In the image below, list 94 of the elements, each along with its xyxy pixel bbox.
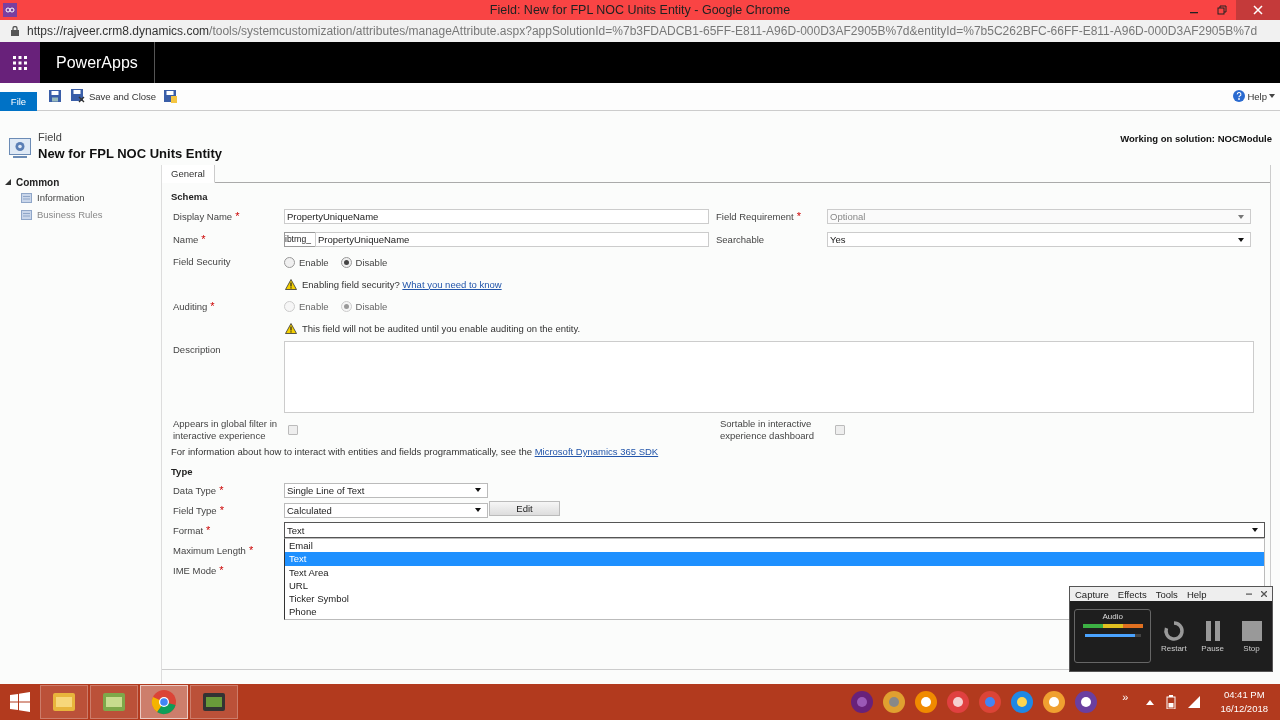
sidebar-item[interactable]: Information [21, 189, 85, 206]
field-label: Appears in global filter in interactive experience [172, 418, 279, 442]
close-icon [1253, 5, 1263, 15]
section-heading: Schema [171, 191, 209, 204]
field-label: Maximum Length * [172, 543, 255, 557]
menu-item[interactable]: Tools [1155, 588, 1178, 600]
prefix-field: ibtrng_ [284, 232, 315, 247]
dropdown-option[interactable]: Email [285, 539, 1264, 553]
page-title: New for FPL NOC Units Entity [38, 146, 222, 161]
dropdown[interactable]: Single Line of Text [284, 482, 488, 498]
windows-icon [10, 692, 30, 712]
restart-icon [1162, 619, 1185, 642]
field-label: Searchable [715, 233, 766, 246]
section-title: Common [16, 176, 60, 188]
stop-button[interactable]: Stop [1235, 619, 1268, 653]
field-label: IME Mode * [172, 563, 225, 577]
note-text: Enabling field security? What you need to know [302, 278, 502, 290]
sdk-link[interactable]: Microsoft Dynamics 365 SDK [534, 446, 659, 457]
collapse-icon[interactable] [5, 179, 11, 185]
file-tab[interactable]: File [0, 92, 37, 111]
field-label: Format * [172, 523, 212, 537]
warning-icon [285, 278, 297, 290]
stop-icon [1240, 619, 1263, 642]
audio-label: Audio [1102, 612, 1123, 621]
audio-meter [1082, 624, 1143, 628]
restore-icon [1217, 5, 1227, 15]
help-icon [1233, 90, 1246, 102]
menu-item[interactable]: Capture [1075, 588, 1109, 600]
battery-icon[interactable] [1166, 695, 1177, 709]
save-icon[interactable] [49, 90, 61, 102]
volume-slider[interactable] [1084, 634, 1141, 637]
app-launcher-button[interactable] [0, 42, 40, 83]
warning-icon [285, 322, 297, 334]
help-button[interactable]: Help [1233, 90, 1275, 102]
caret-icon [475, 488, 481, 492]
field-label: Auditing * [172, 299, 216, 313]
clock[interactable]: 04:41 PM 16/12/2018 [1220, 688, 1268, 716]
caret-icon [1269, 94, 1275, 98]
tab[interactable]: General [162, 165, 215, 183]
restart-button[interactable]: Restart [1157, 619, 1191, 653]
show-hidden-icon[interactable] [1146, 699, 1155, 705]
dropdown-option[interactable]: Text Area [285, 565, 1264, 579]
pause-button[interactable]: Pause [1196, 619, 1230, 653]
what-you-need-to-know-link[interactable]: What you need to know [402, 278, 502, 290]
gear-icon [9, 137, 31, 159]
field-label: Field Requirement * [715, 210, 802, 223]
sidebar-item[interactable]: Business Rules [21, 206, 103, 223]
field-label: Name * [172, 233, 207, 246]
menu-item[interactable]: Help [1186, 588, 1207, 600]
close-button[interactable] [1236, 0, 1280, 20]
caret-icon [475, 508, 481, 512]
close-icon[interactable] [1261, 591, 1267, 597]
taskbar-button[interactable] [40, 685, 88, 719]
menu-item[interactable]: Effects [1117, 588, 1147, 600]
taskbar-button[interactable] [90, 685, 138, 719]
app-icon [3, 3, 17, 17]
minimize-icon [1190, 12, 1198, 14]
dropdown[interactable]: Yes [827, 232, 1251, 247]
field-label: Description [172, 343, 222, 356]
checkbox[interactable] [835, 425, 845, 435]
field-label: Field Security [172, 256, 232, 268]
grid-icon [13, 55, 27, 70]
field-label: Field Type * [172, 503, 225, 517]
radio-button[interactable]: Enable [284, 256, 329, 268]
input-field[interactable]: PropertyUniqueName [315, 232, 709, 247]
save-close-icon [71, 89, 85, 103]
save-and-close-button[interactable]: Save and Close [71, 89, 157, 103]
lock-icon [11, 26, 19, 36]
field-label: Display Name * [172, 210, 241, 223]
overflow-icon[interactable]: » [1122, 691, 1129, 703]
caret-icon [1252, 528, 1258, 532]
note-text: This field will not be audited until you enable auditing on the entity. [302, 322, 581, 334]
checkbox[interactable] [288, 425, 298, 435]
edit-button[interactable]: Edit [489, 501, 560, 516]
field-label: Data Type * [172, 483, 225, 497]
taskbar-button[interactable] [140, 685, 188, 719]
taskbar-button[interactable] [190, 685, 238, 719]
signal-icon[interactable] [1188, 696, 1201, 708]
field-label: Sortable in interactive experience dashboard [719, 418, 815, 442]
dropdown[interactable]: Text [284, 522, 1265, 538]
form-icon [21, 209, 32, 220]
input-field[interactable]: PropertyUniqueName [284, 209, 709, 224]
save-new-icon[interactable] [164, 90, 177, 103]
caret-icon [1238, 214, 1244, 219]
info-text: For information about how to interact with entities and fields programmatically, see the Microsoft Dynamics 365 SDK [171, 446, 660, 459]
radio-button[interactable]: Disable [340, 256, 388, 268]
solution-label: Working on solution: NOCModule [1120, 133, 1272, 144]
dropdown[interactable]: Calculated [284, 502, 488, 518]
window-title: Field: New for FPL NOC Units Entity - Google Chrome [488, 3, 792, 17]
description-field[interactable] [284, 341, 1254, 413]
form-icon [21, 192, 32, 203]
section-heading: Type [171, 466, 194, 479]
caret-icon [1238, 237, 1244, 242]
entity-type: Field [38, 131, 63, 143]
